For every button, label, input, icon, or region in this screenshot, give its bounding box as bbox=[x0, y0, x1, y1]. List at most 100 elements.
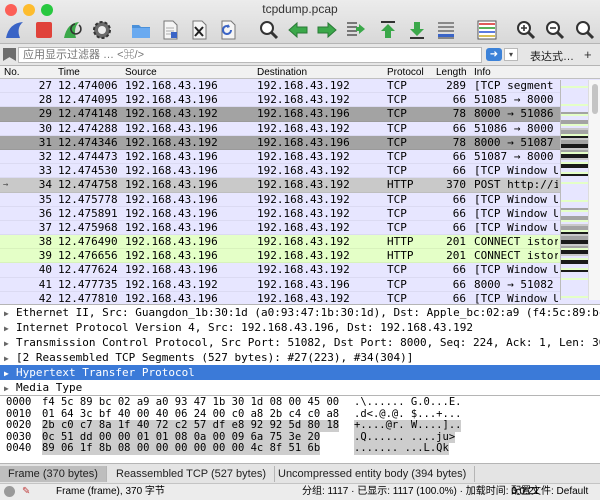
column-header-destination[interactable]: Destination bbox=[257, 67, 307, 78]
packet-destination: 192.168.43.196 bbox=[257, 277, 350, 291]
column-header-no[interactable]: No. bbox=[4, 67, 20, 78]
save-file-icon[interactable] bbox=[157, 18, 183, 42]
packet-row[interactable]: 37 12.475968 192.168.43.196 192.168.43.192 T… bbox=[0, 220, 600, 236]
packet-info: [TCP Window Up bbox=[474, 206, 558, 220]
packet-time: 12.474288 bbox=[58, 121, 118, 135]
packet-row[interactable]: 33 12.474530 192.168.43.196 192.168.43.192 T… bbox=[0, 164, 600, 179]
detail-tree-item[interactable]: ▶ Transmission Control Protocol, Src Port… bbox=[0, 335, 600, 350]
packet-row[interactable]: 41 12.477735 192.168.43.192 192.168.43.196 T… bbox=[0, 277, 600, 292]
expert-info-icon[interactable] bbox=[4, 486, 15, 497]
filter-history-dropdown-icon[interactable]: ▾ bbox=[504, 48, 518, 61]
detail-tree-item[interactable]: ▶ [2 Reassembled TCP Segments (527 bytes)… bbox=[0, 350, 600, 365]
detail-tree-label: Internet Protocol Version 4, Src: 192.16… bbox=[16, 321, 473, 334]
column-header-length[interactable]: Length bbox=[436, 67, 467, 78]
packet-details-tree: ▶ Ethernet II, Src: Guangdon_1b:30:1d (a0… bbox=[0, 304, 600, 396]
reload-file-icon[interactable] bbox=[215, 18, 241, 42]
restart-capture-icon[interactable] bbox=[60, 18, 86, 42]
expand-arrow-icon[interactable]: ▶ bbox=[4, 381, 16, 395]
display-filter-input[interactable] bbox=[18, 47, 482, 63]
packet-row[interactable]: 40 12.477624 192.168.43.196 192.168.43.192 T… bbox=[0, 263, 600, 278]
packet-info: CONNECT istore bbox=[474, 249, 558, 263]
detail-tree-item[interactable]: ▶ Ethernet II, Src: Guangdon_1b:30:1d (a0… bbox=[0, 305, 600, 320]
minimap-stripe bbox=[561, 298, 589, 300]
packet-row[interactable]: 34 12.474758 192.168.43.196 192.168.43.192 H… bbox=[0, 178, 600, 193]
packet-protocol: HTTP bbox=[387, 178, 414, 192]
colorize-icon[interactable] bbox=[474, 18, 500, 42]
packet-info: [TCP Window Up bbox=[474, 291, 558, 304]
column-header-protocol[interactable]: Protocol bbox=[387, 67, 424, 78]
bytes-offset[interactable]: 0000 bbox=[6, 397, 31, 409]
column-header-time[interactable]: Time bbox=[58, 67, 80, 78]
bytes-offset[interactable]: 0040 bbox=[6, 443, 31, 455]
packet-row[interactable]: 32 12.474473 192.168.43.196 192.168.43.192 T… bbox=[0, 149, 600, 165]
go-first-icon[interactable] bbox=[375, 18, 401, 42]
packet-time: 12.477735 bbox=[58, 277, 118, 291]
find-packet-icon[interactable] bbox=[256, 18, 282, 42]
expand-arrow-icon[interactable]: ▶ bbox=[4, 351, 16, 366]
packet-info: [TCP Window Up bbox=[474, 192, 558, 206]
packet-row[interactable]: 36 12.475891 192.168.43.196 192.168.43.192 T… bbox=[0, 206, 600, 221]
packet-row[interactable]: 27 12.474006 192.168.43.196 192.168.43.192 T… bbox=[0, 79, 600, 94]
packet-row[interactable]: 38 12.476490 192.168.43.196 192.168.43.192 H… bbox=[0, 235, 600, 250]
column-header-info[interactable]: Info bbox=[474, 67, 491, 78]
go-back-icon[interactable] bbox=[285, 18, 311, 42]
packet-protocol: HTTP bbox=[387, 249, 414, 263]
shark-fin-start-icon[interactable] bbox=[2, 18, 28, 42]
zoom-in-icon[interactable] bbox=[513, 18, 539, 42]
packet-number: 36 bbox=[38, 206, 52, 220]
packet-destination: 192.168.43.192 bbox=[257, 220, 350, 234]
packet-number: 32 bbox=[38, 149, 52, 163]
scrollbar-thumb[interactable] bbox=[592, 84, 598, 114]
packet-destination: 192.168.43.192 bbox=[257, 178, 350, 192]
column-header-source[interactable]: Source bbox=[125, 67, 157, 78]
open-file-icon[interactable] bbox=[128, 18, 154, 42]
detail-tree-item[interactable]: ▶ Hypertext Transfer Protocol bbox=[0, 365, 600, 380]
packet-row[interactable]: 29 12.474148 192.168.43.192 192.168.43.196 T… bbox=[0, 107, 600, 122]
detail-tree-item[interactable]: ▶ Media Type bbox=[0, 380, 600, 395]
autoscroll-icon[interactable] bbox=[433, 18, 459, 42]
packet-row[interactable]: 28 12.474095 192.168.43.196 192.168.43.192 T… bbox=[0, 93, 600, 108]
packet-row[interactable]: 30 12.474288 192.168.43.196 192.168.43.192 T… bbox=[0, 121, 600, 136]
add-filter-button[interactable]: + bbox=[584, 47, 592, 62]
zoom-reset-icon[interactable] bbox=[572, 18, 598, 42]
packet-row[interactable]: 42 12.477810 192.168.43.196 192.168.43.192 T… bbox=[0, 291, 600, 304]
packet-row[interactable]: 39 12.476656 192.168.43.196 192.168.43.192 H… bbox=[0, 249, 600, 264]
status-profile[interactable]: 配置文件: Default bbox=[511, 484, 588, 500]
packet-source: 192.168.43.192 bbox=[125, 107, 218, 121]
packet-length: 66 bbox=[452, 277, 466, 291]
packet-minimap[interactable] bbox=[560, 80, 589, 300]
bytes-hex[interactable]: f4 5c 89 bc 02 a9 a0 93 47 1b 30 1d 08 0… bbox=[42, 397, 339, 409]
capture-options-icon[interactable] bbox=[89, 18, 115, 42]
packet-list-scrollbar[interactable] bbox=[588, 80, 600, 300]
expand-arrow-icon[interactable]: ▶ bbox=[4, 321, 16, 336]
detail-tree-item[interactable]: ▶ Internet Protocol Version 4, Src: 192.1… bbox=[0, 320, 600, 335]
related-packet-marker: → bbox=[3, 180, 9, 191]
bookmark-icon[interactable] bbox=[3, 48, 16, 61]
tab-frame[interactable]: Frame (370 bytes) bbox=[0, 466, 107, 482]
packet-row[interactable]: 31 12.474346 192.168.43.192 192.168.43.196 T… bbox=[0, 135, 600, 150]
bytes-row: 0040 89 06 1f 8b 08 00 00 00 00 00 00 4c … bbox=[0, 443, 600, 455]
apply-filter-arrow-icon[interactable]: ➜ bbox=[486, 48, 502, 61]
packet-number: 40 bbox=[38, 263, 52, 277]
expression-button[interactable]: 表达式… bbox=[530, 48, 574, 64]
packet-length: 66 bbox=[452, 263, 466, 277]
zoom-out-icon[interactable] bbox=[542, 18, 568, 42]
expand-arrow-icon[interactable]: ▶ bbox=[4, 336, 16, 351]
bytes-hex[interactable]: 89 06 1f 8b 08 00 00 00 00 00 00 4c 8f 5… bbox=[42, 443, 321, 455]
edit-comment-icon[interactable]: ✎ bbox=[22, 484, 30, 500]
stop-capture-icon[interactable] bbox=[31, 18, 57, 42]
expand-arrow-icon[interactable]: ▶ bbox=[4, 366, 16, 381]
go-to-packet-icon[interactable] bbox=[343, 18, 369, 42]
packet-row[interactable]: 35 12.475778 192.168.43.196 192.168.43.192 T… bbox=[0, 192, 600, 207]
packet-source: 192.168.43.192 bbox=[125, 135, 218, 149]
packet-length: 66 bbox=[452, 220, 466, 234]
bytes-ascii[interactable]: ....... ...L.Qk bbox=[354, 443, 449, 455]
tab-uncompressed-body[interactable]: Uncompressed entity body (394 bytes) bbox=[270, 466, 476, 482]
bytes-ascii[interactable]: .\...... G.0...E. bbox=[354, 397, 461, 409]
expand-arrow-icon[interactable]: ▶ bbox=[4, 306, 16, 321]
tab-reassembled-tcp[interactable]: Reassembled TCP (527 bytes) bbox=[108, 466, 275, 482]
go-last-icon[interactable] bbox=[404, 18, 430, 42]
go-forward-icon[interactable] bbox=[314, 18, 340, 42]
packet-length: 66 bbox=[452, 192, 466, 206]
close-file-icon[interactable] bbox=[186, 18, 212, 42]
